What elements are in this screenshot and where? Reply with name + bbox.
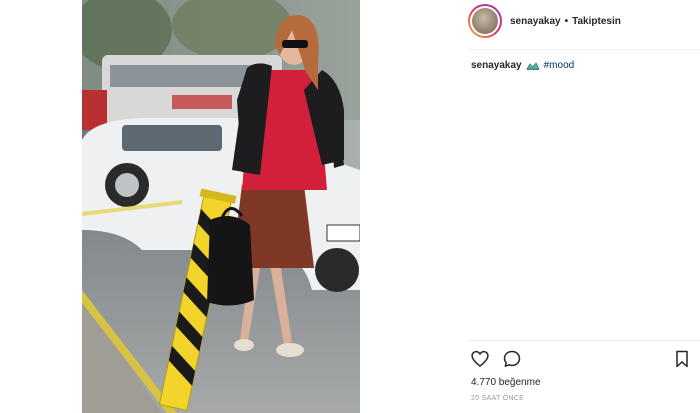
save-button[interactable] <box>672 349 692 369</box>
post-timestamp: 20 SAAT ÖNCE <box>471 395 525 402</box>
caption: senayakay #mood <box>471 60 574 71</box>
comment-icon <box>503 350 521 367</box>
comment-button[interactable] <box>502 349 522 369</box>
follow-status[interactable]: Takiptesin <box>572 16 621 27</box>
action-bar <box>470 349 692 369</box>
avatar-image <box>472 8 498 34</box>
header-divider <box>468 49 700 50</box>
bookmark-icon <box>676 350 688 368</box>
post-photo[interactable] <box>82 0 360 413</box>
actions-divider <box>468 340 700 341</box>
heart-icon <box>471 350 489 368</box>
post-header: senayakay • Takiptesin <box>468 0 700 42</box>
hashtag-link[interactable]: #mood <box>544 60 575 71</box>
instagram-post: senayakay • Takiptesin senayakay #mood 4… <box>0 0 700 413</box>
like-button[interactable] <box>470 349 490 369</box>
username-link[interactable]: senayakay <box>510 16 561 27</box>
avatar[interactable] <box>468 4 502 38</box>
header-text: senayakay • Takiptesin <box>510 16 621 27</box>
post-sidebar: senayakay • Takiptesin senayakay #mood 4… <box>360 0 700 413</box>
separator-dot: • <box>564 15 569 27</box>
avatar-ring <box>470 6 500 36</box>
likes-count[interactable]: 4.770 beğenme <box>471 377 541 388</box>
caption-username-link[interactable]: senayakay <box>471 60 522 71</box>
mood-emoji-icon <box>525 61 540 70</box>
